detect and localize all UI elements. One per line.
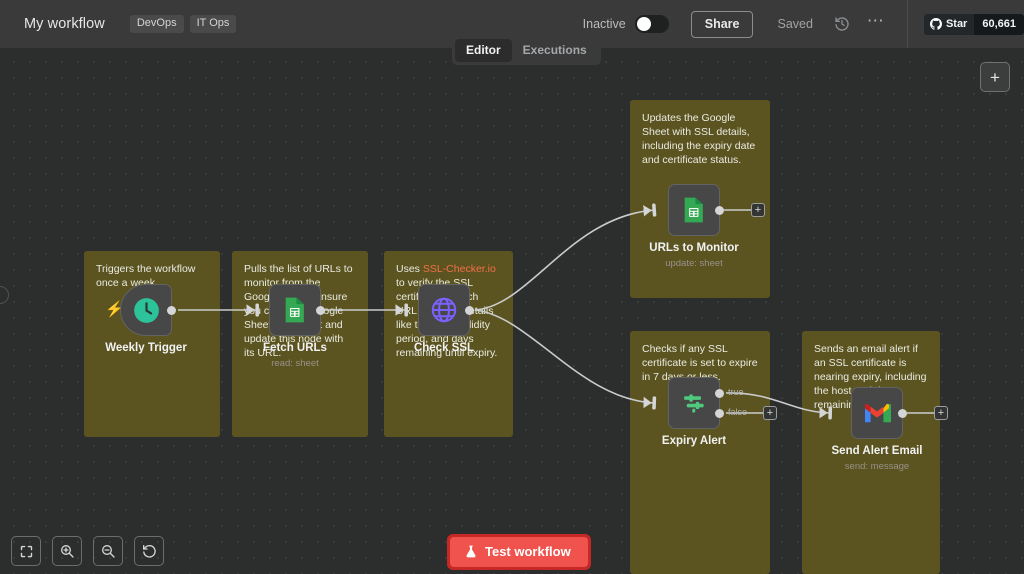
github-star-count: 60,661 (974, 14, 1024, 35)
test-workflow-button[interactable]: Test workflow (450, 537, 588, 567)
node-title: Check SSL (414, 342, 474, 354)
save-status: Saved (777, 17, 812, 31)
more-options-icon[interactable]: ⋯ (865, 13, 887, 35)
ssl-checker-link[interactable]: SSL-Checker.io (423, 263, 496, 275)
github-star-left: Star (924, 14, 974, 35)
google-sheets-icon (282, 296, 308, 324)
github-star-badge[interactable]: Star 60,661 (924, 14, 1024, 35)
tab-executions[interactable]: Executions (512, 39, 598, 62)
test-workflow-focus-ring: Test workflow (447, 534, 591, 570)
node-body[interactable] (668, 377, 720, 429)
reset-icon (141, 543, 157, 559)
node-weekly-trigger[interactable]: ⚡ Weekly Trigger (120, 284, 172, 336)
node-title: Send Alert Email (832, 445, 923, 457)
github-icon (930, 18, 942, 30)
clock-icon (133, 297, 160, 324)
canvas-edge-marker (0, 286, 9, 304)
canvas-controls (11, 536, 164, 566)
node-check-ssl[interactable]: Check SSL (418, 284, 470, 336)
sticky-text-pre: Uses (396, 263, 423, 275)
fit-to-view-button[interactable] (11, 536, 41, 566)
filter-icon (680, 389, 708, 417)
reset-zoom-button[interactable] (134, 536, 164, 566)
zoom-out-icon (100, 543, 116, 559)
node-send-alert-email[interactable]: Send Alert Email send: message (851, 387, 903, 439)
add-node-button[interactable]: + (980, 62, 1010, 92)
node-subtitle: read: sheet (271, 358, 319, 369)
node-title: URLs to Monitor (649, 242, 738, 254)
test-workflow-label: Test workflow (485, 544, 571, 559)
node-title: Fetch URLs (263, 342, 327, 354)
tag-itops[interactable]: IT Ops (190, 15, 237, 33)
node-body[interactable] (668, 184, 720, 236)
add-connector-monitor[interactable]: + (751, 203, 765, 217)
add-connector-expiry-false[interactable]: + (763, 406, 777, 420)
header-divider (907, 0, 908, 48)
node-expiry-alert[interactable]: true false Expiry Alert (668, 377, 720, 429)
node-body[interactable] (851, 387, 903, 439)
zoom-in-button[interactable] (52, 536, 82, 566)
tag-list: DevOps IT Ops (130, 15, 237, 33)
add-connector-email[interactable]: + (934, 406, 948, 420)
node-subtitle: send: message (845, 461, 909, 472)
sticky-note-text: Updates the Google Sheet with SSL detail… (642, 111, 758, 167)
node-body[interactable] (418, 284, 470, 336)
workflow-canvas[interactable]: + Triggers the workflow once a week. Pul… (0, 48, 1024, 574)
output-port[interactable] (167, 306, 176, 315)
zoom-in-icon (59, 543, 75, 559)
output-port[interactable] (898, 409, 907, 418)
sticky-note-expiry-alert[interactable]: Checks if any SSL certificate is set to … (630, 331, 770, 574)
view-tabs: Editor Executions (452, 36, 601, 65)
branch-label-false: false (728, 407, 747, 417)
workflow-activator[interactable]: Inactive (583, 15, 669, 33)
gmail-icon (863, 402, 891, 424)
node-urls-to-monitor[interactable]: URLs to Monitor update: sheet (668, 184, 720, 236)
google-sheets-icon (681, 196, 707, 224)
trigger-bolt-icon: ⚡ (105, 302, 124, 317)
output-port-false[interactable] (715, 409, 724, 418)
toggle-knob (637, 17, 651, 31)
node-subtitle: update: sheet (665, 258, 723, 269)
node-title: Weekly Trigger (105, 342, 187, 354)
page-title[interactable]: My workflow (24, 16, 105, 32)
output-port[interactable] (316, 306, 325, 315)
fit-to-view-icon (19, 544, 34, 559)
output-port[interactable] (465, 306, 474, 315)
node-title: Expiry Alert (662, 435, 726, 447)
node-fetch-urls[interactable]: Fetch URLs read: sheet (269, 284, 321, 336)
share-button[interactable]: Share (691, 11, 754, 38)
zoom-out-button[interactable] (93, 536, 123, 566)
tab-editor[interactable]: Editor (455, 39, 512, 62)
output-port[interactable] (715, 206, 724, 215)
history-icon[interactable] (831, 13, 853, 35)
flask-icon (464, 544, 478, 559)
node-body[interactable] (269, 284, 321, 336)
header-actions: Inactive Share Saved ⋯ (583, 0, 1024, 48)
branch-label-true: true (728, 387, 744, 397)
github-star-label: Star (946, 18, 967, 30)
globe-icon (430, 296, 458, 324)
n8n-workflow-editor: My workflow DevOps IT Ops Inactive Share… (0, 0, 1024, 574)
tag-devops[interactable]: DevOps (130, 15, 184, 33)
activate-toggle[interactable] (635, 15, 669, 33)
activator-label: Inactive (583, 17, 626, 31)
output-port-true[interactable] (715, 389, 724, 398)
node-body[interactable]: ⚡ (120, 284, 172, 336)
